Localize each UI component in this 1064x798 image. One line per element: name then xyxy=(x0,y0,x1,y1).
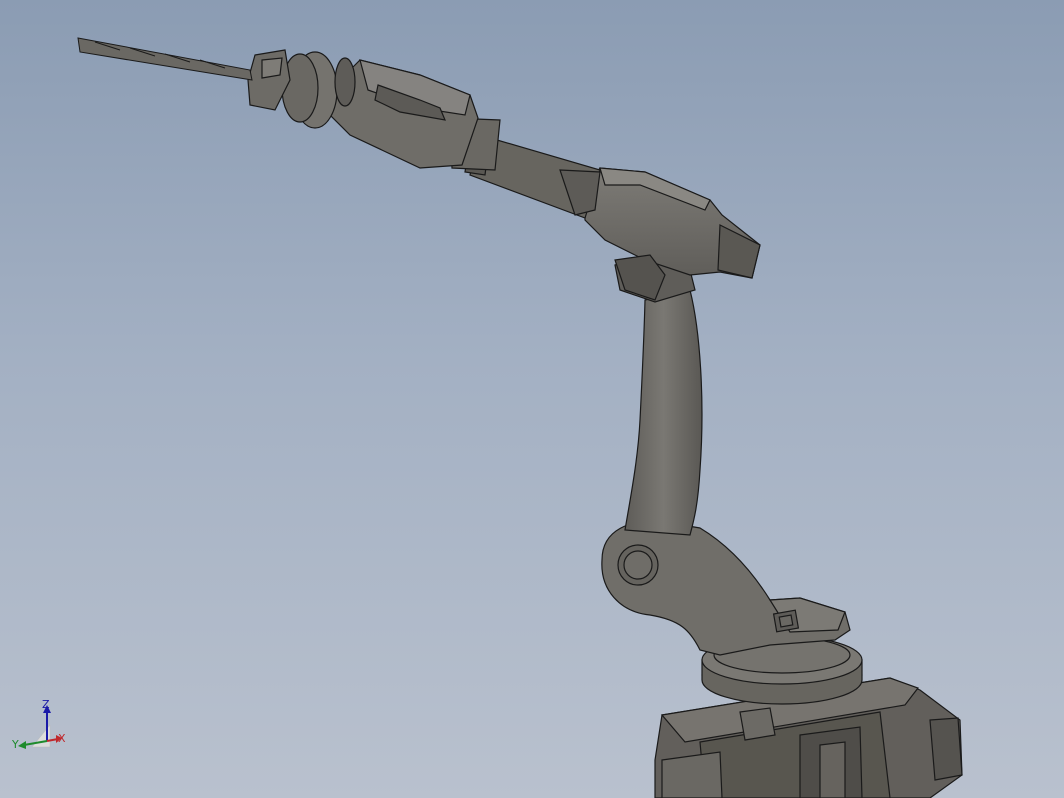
robot-arm-model[interactable] xyxy=(0,0,1064,798)
z-axis-label: Z xyxy=(42,698,50,711)
axis-triad-icon xyxy=(18,705,62,749)
x-axis-label: X xyxy=(58,732,66,745)
drill-bit xyxy=(77,37,253,81)
upper-arm xyxy=(624,289,703,536)
coordinate-triad: Z Y X xyxy=(10,695,70,755)
shoulder-housing xyxy=(601,520,851,656)
cad-viewport[interactable]: Z Y X xyxy=(0,0,1064,798)
elbow-joint xyxy=(584,167,761,303)
y-axis-label: Y xyxy=(12,738,19,751)
wrist-section xyxy=(281,51,501,171)
